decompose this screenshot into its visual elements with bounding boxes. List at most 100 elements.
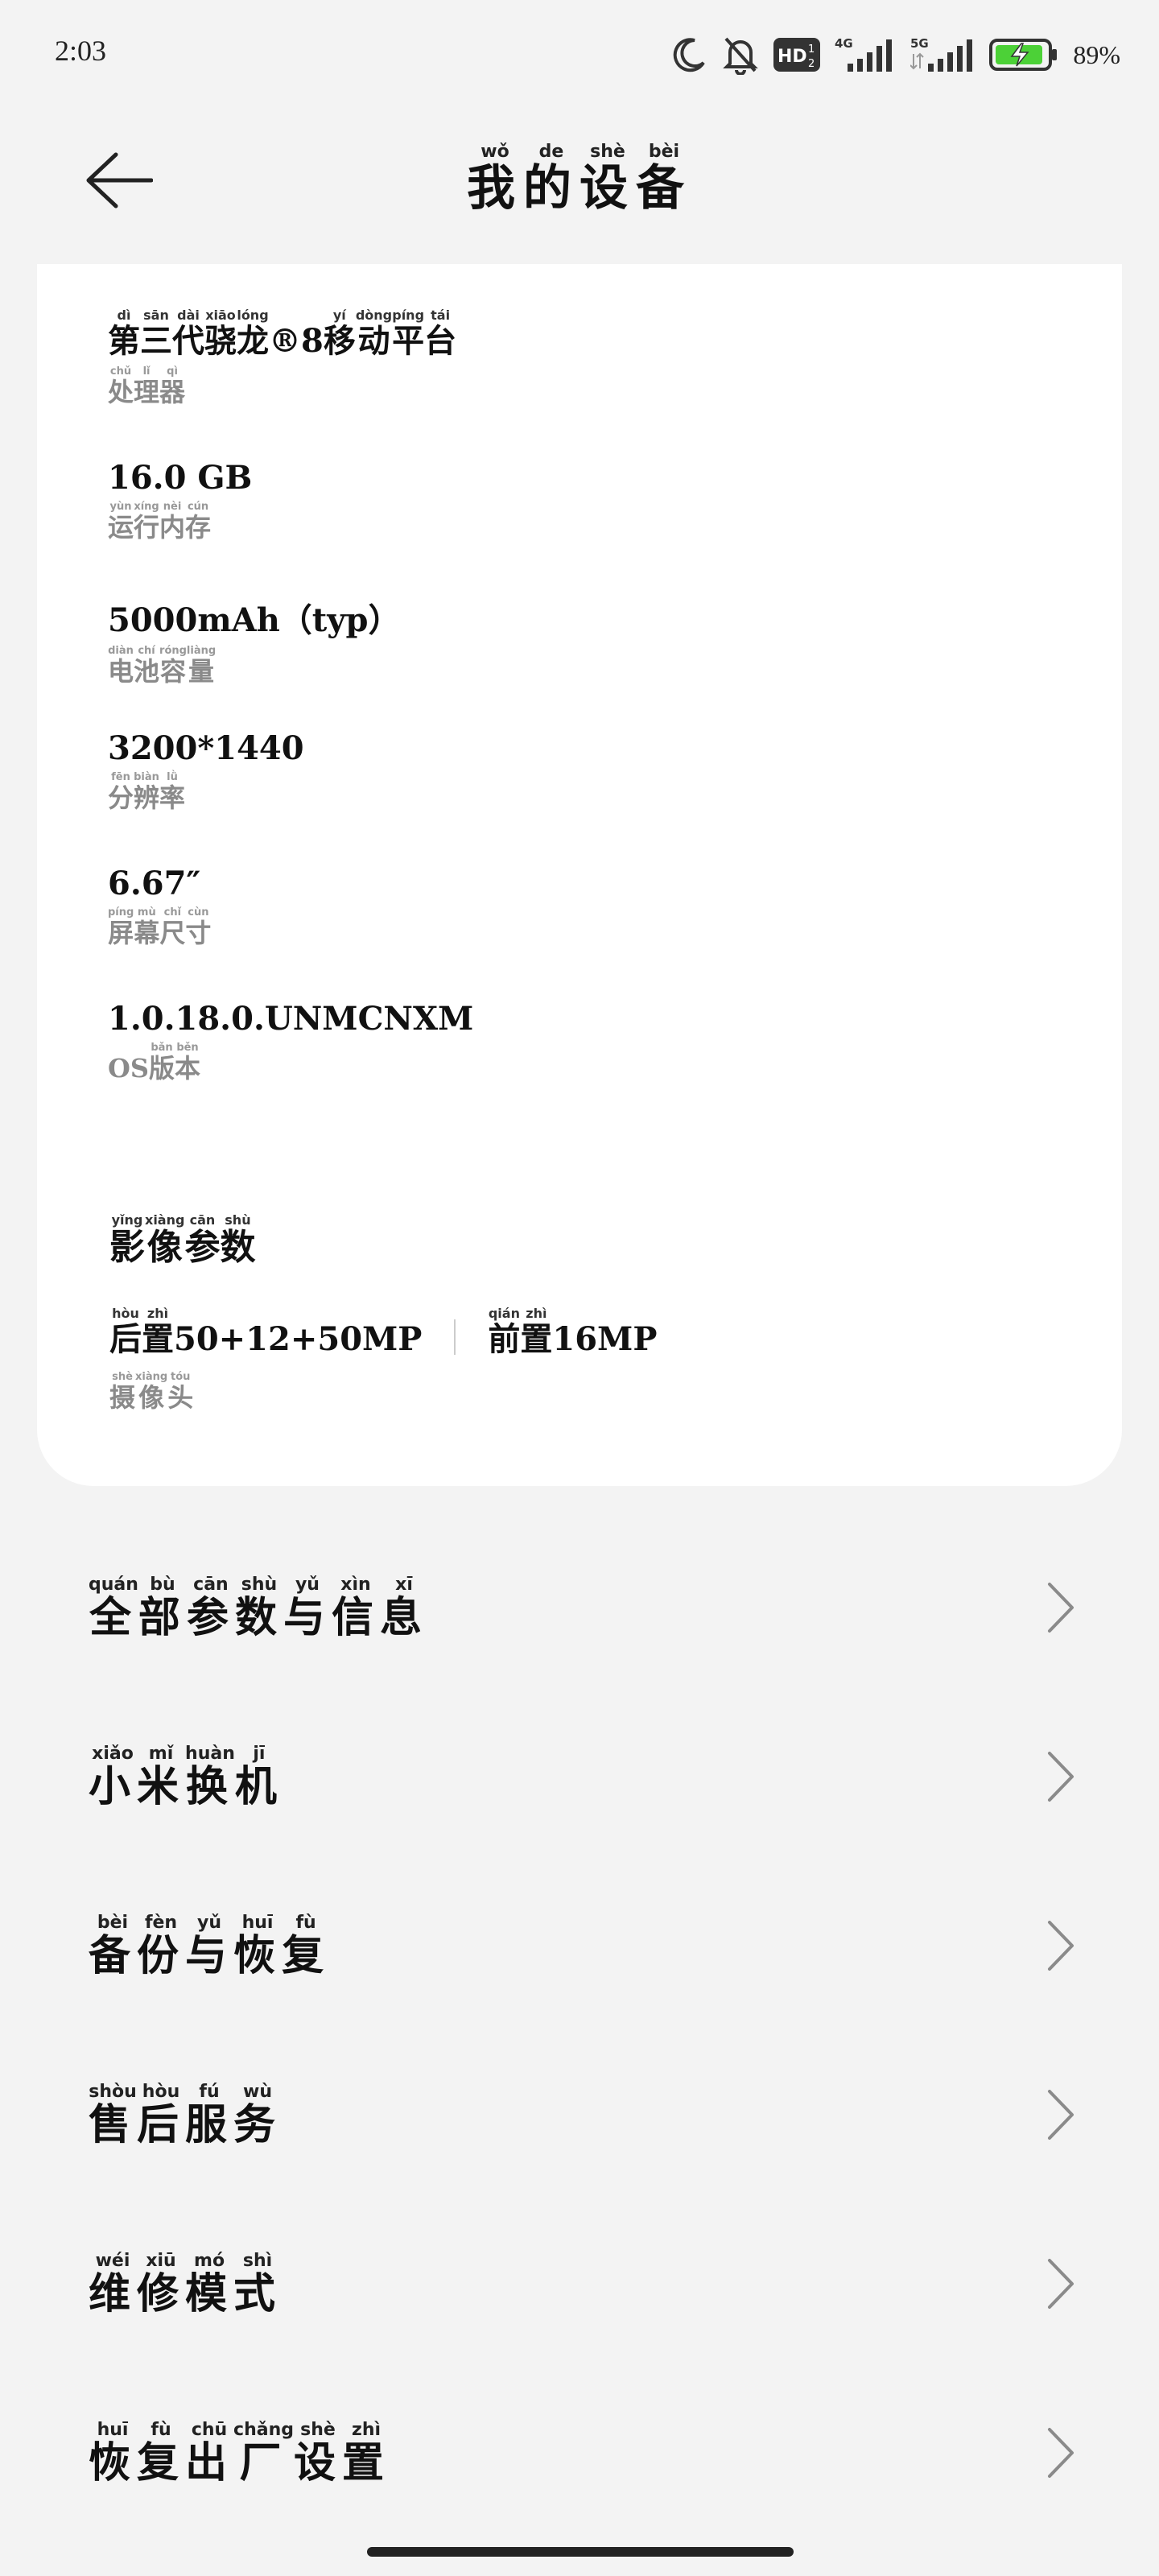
ruby-base: 份 bbox=[137, 1931, 186, 1980]
ruby-char: 容róng bbox=[159, 645, 187, 687]
pinyin: chǔ bbox=[108, 365, 134, 378]
pinyin: xiàng bbox=[135, 1371, 168, 1383]
ruby-base: 本 bbox=[175, 1053, 201, 1084]
ruby-base: 设 bbox=[580, 160, 636, 217]
ruby-char: 复fù bbox=[137, 2420, 185, 2487]
pinyin: lǐ bbox=[134, 365, 160, 378]
ruby-char: 代dài bbox=[172, 308, 204, 360]
ruby-base: 动 bbox=[355, 322, 393, 360]
pinyin: tóu bbox=[167, 1371, 194, 1383]
ruby-char: 率lǜ bbox=[159, 771, 186, 813]
spec-label: 运yùn行xíng内nèi存cún bbox=[108, 501, 252, 544]
ruby-char: 池chí bbox=[134, 645, 160, 687]
menu-item-mi-mover[interactable]: 小xiǎo米mǐ换huàn机jī bbox=[0, 1692, 1159, 1861]
ruby-char: 16MP bbox=[552, 1320, 657, 1358]
spec-value: 3200*1440 bbox=[108, 729, 304, 767]
pinyin: chǎng bbox=[233, 2420, 295, 2440]
ruby-base: 第 bbox=[108, 322, 140, 360]
menu-item-repair-mode[interactable]: 维wéi修xiū模mó式shì bbox=[0, 2199, 1159, 2368]
pinyin: píng bbox=[108, 906, 134, 919]
ruby-char: 50+12+50MP bbox=[174, 1320, 422, 1358]
pinyin: wéi bbox=[89, 2251, 138, 2271]
pinyin: yǔ bbox=[283, 1575, 332, 1595]
pinyin: bǎn bbox=[148, 1042, 175, 1054]
ruby-char: 务wù bbox=[233, 2082, 282, 2149]
pinyin: lóng bbox=[237, 308, 269, 323]
ruby-char: 像xiàng bbox=[145, 1212, 184, 1268]
ruby-base: 影 bbox=[109, 1227, 145, 1268]
pinyin: fù bbox=[137, 2420, 186, 2440]
pinyin: shòu bbox=[89, 2082, 138, 2102]
menu-item-factory-reset[interactable]: 恢huī复fù出chū厂chǎng设shè置zhì bbox=[0, 2368, 1159, 2537]
pinyin: zhì bbox=[342, 2420, 391, 2440]
pinyin: mù bbox=[134, 906, 160, 919]
ruby-base: 率 bbox=[159, 782, 186, 813]
menu-item-after-sales[interactable]: 售shòu后hòu服fú务wù bbox=[0, 2030, 1159, 2199]
ruby-base: 小 bbox=[89, 1762, 138, 1811]
ruby-char: 设shè bbox=[294, 2420, 342, 2487]
ruby-base: 1.0.18.0.UNMCNXM bbox=[108, 1000, 474, 1038]
ruby-char: 第dì bbox=[108, 308, 140, 360]
ruby-base: 米 bbox=[137, 1762, 186, 1811]
hd-voice-icon: HD 1 2 bbox=[773, 38, 821, 72]
ruby-char: 三sān bbox=[140, 308, 172, 360]
menu-item-label: 维wéi修xiū模mó式shì bbox=[89, 2251, 282, 2320]
ruby-char: 式shì bbox=[233, 2251, 282, 2318]
ruby-char: OS bbox=[108, 1053, 149, 1084]
ruby-base: 16.0 GB bbox=[108, 459, 253, 497]
ruby-base: 池 bbox=[134, 656, 160, 687]
camera-divider bbox=[454, 1319, 456, 1355]
ruby-char: 全quán bbox=[89, 1575, 138, 1642]
pinyin: hòu bbox=[137, 2082, 186, 2102]
ruby-char: 本běn bbox=[175, 1042, 201, 1084]
ruby-char: 分fēn bbox=[108, 771, 134, 813]
moon-icon bbox=[674, 38, 706, 72]
ruby-base: 头 bbox=[167, 1382, 194, 1413]
ruby-char: 的de bbox=[523, 142, 580, 217]
ruby-char: 换huàn bbox=[185, 1744, 235, 1811]
pinyin: dài bbox=[172, 308, 204, 323]
ruby-char: 厂chǎng bbox=[233, 2420, 294, 2487]
pinyin: fèn bbox=[137, 1913, 186, 1933]
svg-text:1: 1 bbox=[808, 43, 815, 56]
camera-label: 摄shè像xiàng头tóu bbox=[109, 1371, 194, 1414]
ruby-char: 处chǔ bbox=[108, 365, 134, 407]
ruby-base: 恢 bbox=[89, 2438, 138, 2487]
menu-item-label: 备bèi份fèn与yǔ恢huī复fù bbox=[89, 1913, 330, 1982]
ruby-base: 台 bbox=[424, 322, 457, 360]
ruby-char: 量liàng bbox=[186, 645, 217, 687]
pinyin: chǐ bbox=[159, 906, 186, 919]
pinyin: xiū bbox=[137, 2251, 186, 2271]
spec-label: 分fēn辨biàn率lǜ bbox=[108, 771, 304, 815]
ruby-char: 版bǎn bbox=[149, 1042, 175, 1084]
ruby-char: 信xìn bbox=[332, 1575, 380, 1642]
ruby-char: 器qì bbox=[159, 365, 185, 407]
ruby-char: 模mó bbox=[185, 2251, 234, 2318]
pinyin: yí bbox=[323, 308, 356, 323]
pinyin: bèi bbox=[89, 1913, 137, 1933]
ruby-base: 平 bbox=[392, 322, 425, 360]
ruby-char: 寸cùn bbox=[185, 906, 211, 948]
pinyin: shù bbox=[234, 1575, 283, 1595]
ruby-char: 小xiǎo bbox=[89, 1744, 138, 1811]
pinyin: bèi bbox=[636, 142, 692, 162]
menu-item-all-specs[interactable]: 全quán部bù参cān数shù与yǔ信xìn息xī bbox=[0, 1523, 1159, 1692]
ruby-char: 备bèi bbox=[89, 1913, 137, 1980]
ruby-base: 像 bbox=[135, 1382, 168, 1413]
home-indicator[interactable] bbox=[367, 2547, 794, 2557]
ruby-base: 模 bbox=[185, 2269, 234, 2318]
battery-charging-icon bbox=[989, 39, 1058, 71]
ruby-char: 1.0.18.0.UNMCNXM bbox=[108, 1000, 473, 1038]
pinyin: shè bbox=[294, 2420, 342, 2440]
pinyin: qián bbox=[488, 1306, 521, 1321]
ruby-base: 量 bbox=[186, 656, 217, 687]
ruby-base: 后 bbox=[109, 1320, 142, 1358]
ruby-base: 辨 bbox=[134, 782, 160, 813]
ruby-char: ®8 bbox=[269, 322, 324, 360]
ruby-char: 尺chǐ bbox=[159, 906, 185, 948]
menu-item-backup-restore[interactable]: 备bèi份fèn与yǔ恢huī复fù bbox=[0, 1861, 1159, 2030]
ruby-char: 影yǐng bbox=[109, 1212, 145, 1268]
ruby-char: 摄shè bbox=[109, 1371, 135, 1413]
ruby-base: 维 bbox=[89, 2269, 138, 2318]
ruby-char: 息xī bbox=[380, 1575, 428, 1642]
